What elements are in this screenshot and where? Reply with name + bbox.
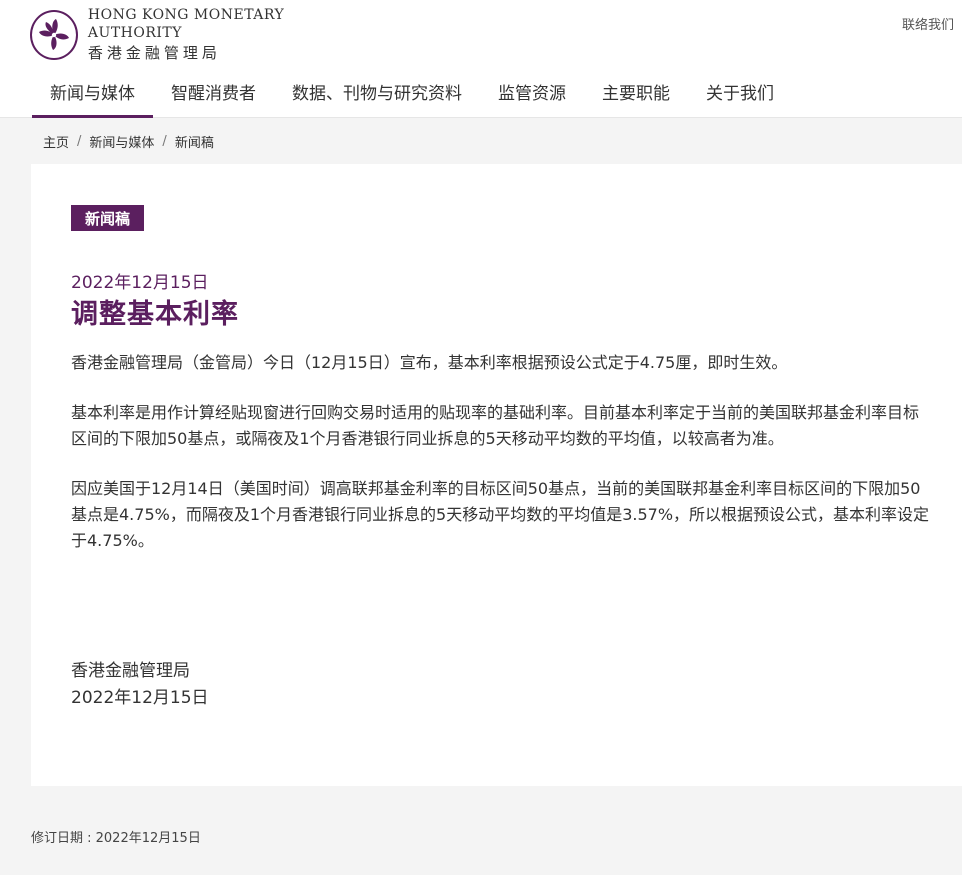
nav-item-news-media[interactable]: 新闻与媒体 bbox=[32, 68, 153, 118]
revised-date: 修订日期 : 2022年12月15日 bbox=[31, 831, 201, 846]
main-nav: 新闻与媒体 智醒消费者 数据、刊物与研究资料 监管资源 主要职能 关于我们 bbox=[32, 68, 792, 118]
contact-us-link[interactable]: 联络我们 bbox=[902, 14, 954, 33]
breadcrumb-press-releases[interactable]: 新闻稿 bbox=[175, 132, 214, 151]
logo-english-name: HONG KONG MONETARY AUTHORITY bbox=[87, 7, 285, 41]
logo-chinese-name: 香港金融管理局 bbox=[87, 44, 221, 62]
nav-item-data-publications[interactable]: 数据、刊物与研究资料 bbox=[274, 68, 480, 118]
article-paragraph: 基本利率是用作计算经贴现窗进行回购交易时适用的贴现率的基础利率。目前基本利率定于… bbox=[71, 403, 920, 448]
logo-text: HONG KONG MONETARY AUTHORITY 香港金融管理局 bbox=[88, 6, 370, 64]
breadcrumb: 主页 / 新闻与媒体 / 新闻稿 bbox=[43, 132, 214, 151]
breadcrumb-home[interactable]: 主页 bbox=[43, 132, 69, 151]
signature-organization: 香港金融管理局 bbox=[71, 661, 190, 681]
nav-item-regulatory-resources[interactable]: 监管资源 bbox=[480, 68, 584, 118]
article-body: 香港金融管理局（金管局）今日（12月15日）宣布，基本利率根据预设公式定于4.7… bbox=[71, 350, 933, 578]
breadcrumb-separator: / bbox=[162, 134, 167, 149]
bauhinia-emblem-icon bbox=[30, 10, 78, 60]
article-paragraph: 因应美国于12月14日（美国时间）调高联邦基金利率的目标区间50基点，当前的美国… bbox=[71, 479, 930, 550]
article-signature: 香港金融管理局 2022年12月15日 bbox=[71, 658, 209, 712]
nav-item-about-us[interactable]: 关于我们 bbox=[688, 68, 792, 118]
nav-item-smart-consumers[interactable]: 智醒消费者 bbox=[153, 68, 274, 118]
press-release-tag: 新闻稿 bbox=[71, 205, 145, 231]
page: HONG KONG MONETARY AUTHORITY 香港金融管理局 联络我… bbox=[0, 0, 962, 875]
site-header: HONG KONG MONETARY AUTHORITY 香港金融管理局 联络我… bbox=[0, 0, 962, 118]
article-card: 新闻稿 2022年12月15日 调整基本利率 香港金融管理局（金管局）今日（12… bbox=[31, 164, 962, 786]
nav-item-key-functions[interactable]: 主要职能 bbox=[584, 68, 688, 118]
article-date: 2022年12月15日 bbox=[71, 273, 209, 293]
site-logo[interactable]: HONG KONG MONETARY AUTHORITY 香港金融管理局 bbox=[30, 7, 370, 62]
breadcrumb-news-media[interactable]: 新闻与媒体 bbox=[89, 132, 154, 151]
article-paragraph: 香港金融管理局（金管局）今日（12月15日）宣布，基本利率根据预设公式定于4.7… bbox=[71, 353, 788, 372]
breadcrumb-separator: / bbox=[77, 134, 82, 149]
article-title: 调整基本利率 bbox=[71, 299, 239, 330]
signature-date: 2022年12月15日 bbox=[71, 688, 209, 708]
